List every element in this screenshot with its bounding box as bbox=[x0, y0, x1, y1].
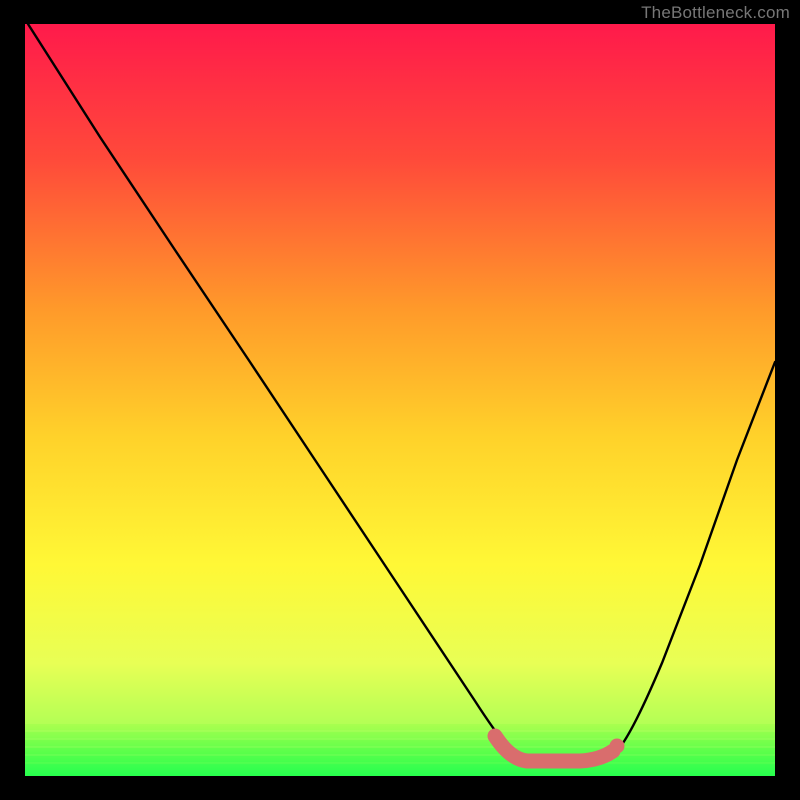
plot-area bbox=[25, 24, 775, 776]
chart-frame: TheBottleneck.com bbox=[0, 0, 800, 800]
chart-svg bbox=[25, 24, 775, 776]
optimal-band-end-dot bbox=[610, 739, 625, 754]
attribution-label: TheBottleneck.com bbox=[641, 3, 790, 23]
